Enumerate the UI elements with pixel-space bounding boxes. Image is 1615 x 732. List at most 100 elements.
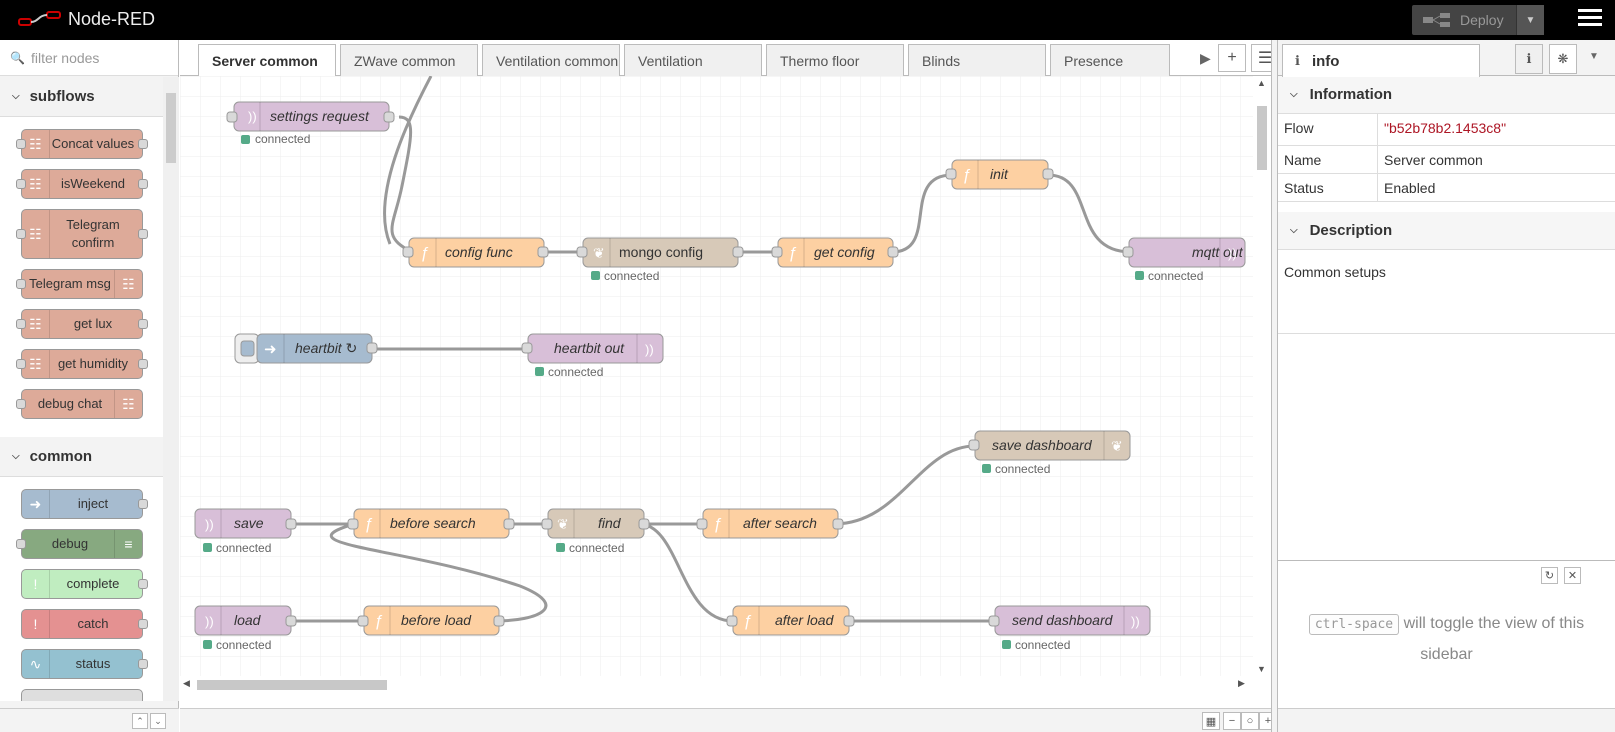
zoom-out-button[interactable]: − — [1223, 712, 1241, 730]
palette: 🔍 filter nodes ⌵ subflows ☷ Concat value… — [0, 40, 179, 732]
svg-text:save dashboard: save dashboard — [992, 437, 1093, 453]
function-icon: ƒ — [713, 516, 722, 533]
information-section-header[interactable]: ⌵ Information — [1278, 76, 1615, 114]
scroll-up-icon[interactable]: ▲ — [1257, 78, 1266, 88]
function-icon: ƒ — [962, 167, 971, 184]
node-after-search[interactable]: ƒ after search — [696, 508, 844, 539]
refresh-tip-icon[interactable]: ↻ — [1541, 567, 1558, 584]
deploy-button[interactable]: Deploy ▼ — [1412, 5, 1544, 35]
svg-text:before load: before load — [401, 612, 472, 628]
subflow-icon: ☷ — [22, 170, 50, 198]
palette-node-status[interactable]: ∿ status — [21, 649, 148, 679]
svg-text:save: save — [234, 515, 264, 531]
category-subflows-header[interactable]: ⌵ subflows — [0, 77, 163, 117]
palette-node-catch[interactable]: ! catch — [21, 609, 148, 639]
filter-nodes-input[interactable]: filter nodes — [31, 50, 99, 66]
node-after-load[interactable]: ƒ after load — [726, 605, 855, 636]
node-before-search[interactable]: ƒ before search — [347, 508, 515, 539]
palette-node-get-humidity[interactable]: ☷ get humidity — [16, 349, 148, 379]
deploy-label: Deploy — [1460, 12, 1504, 28]
palette-node-debug[interactable]: debug ≡ — [16, 529, 143, 559]
svg-text:heartbit ↻: heartbit ↻ — [295, 340, 357, 356]
flow-canvas[interactable]: )) settings request connected ƒ config f… — [180, 76, 1253, 676]
node-heartbit[interactable]: ➜ heartbit ↻ — [234, 333, 378, 364]
node-init[interactable]: ƒ init — [945, 159, 1054, 190]
navigator-map-icon[interactable]: ▦ — [1202, 712, 1220, 730]
mqtt-icon: )) — [645, 342, 654, 357]
workspace-canvas[interactable]: )) settings request connected ƒ config f… — [180, 76, 1253, 676]
tab-thermo-floor[interactable]: Thermo floor — [766, 44, 904, 76]
category-common-header[interactable]: ⌵ common — [0, 437, 163, 477]
main-menu-button[interactable] — [1578, 9, 1602, 31]
close-tip-icon[interactable]: ✕ — [1564, 567, 1581, 584]
node-get-config[interactable]: ƒ get config — [771, 237, 899, 268]
node-config-func[interactable]: ƒ config func — [402, 237, 549, 268]
tip-panel: ↻ ✕ ctrl-space will toggle the view of t… — [1278, 560, 1615, 705]
inject-arrow-icon: ➜ — [264, 341, 277, 358]
status-dot — [241, 135, 250, 144]
zoom-reset-button[interactable]: ○ — [1241, 712, 1259, 730]
logo: Node-RED — [18, 8, 155, 30]
canvas-grid — [180, 76, 1253, 676]
collapse-all-button[interactable]: ⌄ — [150, 713, 166, 729]
svg-text:settings request: settings request — [270, 108, 370, 124]
palette-scrollbar[interactable] — [163, 77, 179, 701]
node-before-load[interactable]: ƒ before load — [357, 605, 505, 636]
tip-shortcut: ctrl-space — [1308, 614, 1400, 635]
info-tab-button[interactable]: ℹ — [1515, 44, 1543, 74]
tab-ventilation[interactable]: Ventilation — [624, 44, 762, 76]
palette-list: ⌵ subflows ☷ Concat values ☷ isWeekend ☷… — [0, 77, 163, 701]
palette-node-inject[interactable]: ➜ inject — [21, 489, 148, 519]
scroll-down-icon[interactable]: ▼ — [1257, 664, 1266, 674]
subflow-icon: ☷ — [114, 390, 142, 418]
deploy-menu-button[interactable]: ▼ — [1516, 5, 1544, 35]
mqtt-icon: )) — [248, 109, 257, 124]
palette-node-telegram-confirm[interactable]: ☷ Telegram confirm — [16, 209, 148, 259]
tab-ventilation-common[interactable]: Ventilation common — [482, 44, 620, 76]
scroll-tabs-right-icon[interactable]: ▶ — [1200, 50, 1211, 67]
deploy-icon — [1423, 13, 1450, 27]
function-icon: ƒ — [743, 613, 752, 630]
palette-node-isweekend[interactable]: ☷ isWeekend — [16, 169, 148, 199]
svg-text:send dashboard: send dashboard — [1012, 612, 1114, 628]
chevron-down-icon: ⌵ — [12, 451, 20, 462]
chevron-down-icon: ⌵ — [1290, 89, 1298, 100]
palette-node-telegram-msg[interactable]: Telegram msg ☷ — [16, 269, 143, 299]
tab-blinds[interactable]: Blinds — [908, 44, 1046, 76]
description-section-header[interactable]: ⌵ Description — [1278, 212, 1615, 250]
sidebar-footer — [1278, 708, 1615, 732]
scroll-left-icon[interactable]: ◀ — [183, 678, 190, 689]
node-red-logo-icon — [18, 11, 61, 26]
palette-node-partial[interactable] — [21, 689, 143, 701]
palette-node-complete[interactable]: ! complete — [21, 569, 148, 599]
canvas-horizontal-scrollbar[interactable]: ◀ ▶ — [180, 676, 1271, 694]
category-common-body: ➜ inject debug ≡ ! complete ! catch ∿ st… — [0, 477, 163, 701]
palette-search[interactable]: 🔍 filter nodes — [0, 40, 178, 76]
canvas-vertical-scrollbar[interactable]: ▲ ▼ — [1253, 76, 1271, 676]
palette-node-concat-values[interactable]: ☷ Concat values — [16, 129, 148, 159]
tab-presence[interactable]: Presence — [1050, 44, 1170, 76]
prop-row-status: Status Enabled — [1278, 174, 1615, 202]
svg-text:after load: after load — [775, 612, 835, 628]
svg-text:find: find — [598, 515, 622, 531]
sidebar: ℹ info ℹ ❋ ▼ ⌵ Information Flow "b52b78b… — [1278, 40, 1615, 732]
chevron-down-icon: ⌵ — [1290, 225, 1298, 236]
tab-info[interactable]: ℹ info — [1282, 44, 1480, 77]
function-icon: ƒ — [420, 245, 429, 262]
tab-server-common[interactable]: Server common — [198, 44, 336, 77]
mqtt-icon: )) — [1131, 614, 1140, 629]
sidebar-separator[interactable] — [1271, 40, 1278, 732]
mqtt-icon: )) — [205, 517, 214, 532]
svg-text:connected: connected — [255, 132, 310, 146]
sidebar-menu-caret-icon[interactable]: ▼ — [1589, 51, 1599, 62]
palette-node-debug-chat[interactable]: debug chat ☷ — [16, 389, 143, 419]
add-flow-button[interactable]: + — [1218, 44, 1246, 72]
expand-all-button[interactable]: ⌃ — [132, 713, 148, 729]
palette-node-get-lux[interactable]: ☷ get lux — [16, 309, 148, 339]
debug-list-icon: ≡ — [114, 530, 142, 558]
palette-footer: ⌃ ⌄ — [0, 708, 179, 732]
scroll-right-icon[interactable]: ▶ — [1238, 678, 1245, 689]
tab-zwave-common[interactable]: ZWave common — [340, 44, 478, 76]
debug-tab-button[interactable]: ❋ — [1549, 44, 1577, 74]
status-dot — [1135, 271, 1144, 280]
